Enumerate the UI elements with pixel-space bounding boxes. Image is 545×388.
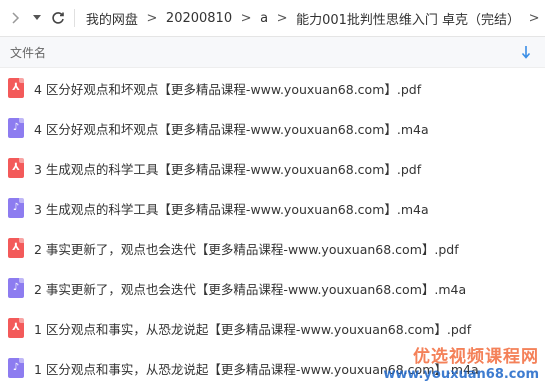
column-header-filename[interactable]: 文件名 xyxy=(10,44,46,61)
breadcrumb-item-current-folder[interactable]: 能力001批判性思维入门 卓克（完结） xyxy=(293,9,523,28)
breadcrumb: 我的网盘 > 20200810 > a > 能力001批判性思维入门 卓克（完结… xyxy=(83,9,545,28)
file-list-header: 文件名 xyxy=(0,37,545,68)
file-row[interactable]: ♪ 4 区分好观点和坏观点【更多精品课程-www.youxuan68.com】.… xyxy=(0,108,545,148)
pdf-file-icon: ⅄ xyxy=(8,318,24,338)
breadcrumb-item-a-folder[interactable]: a xyxy=(257,11,271,26)
audio-file-icon: ♪ xyxy=(8,278,24,298)
file-name[interactable]: 3 生成观点的科学工具【更多精品课程-www.youxuan68.com】.m4… xyxy=(34,199,429,218)
pdf-file-icon: ⅄ xyxy=(8,78,24,98)
watermark-url: www.youxuan68.com xyxy=(383,367,539,382)
audio-file-icon: ♪ xyxy=(8,358,24,378)
file-row[interactable]: ⅄ 4 区分好观点和坏观点【更多精品课程-www.youxuan68.com】.… xyxy=(0,68,545,108)
file-row[interactable]: ♪ 3 生成观点的科学工具【更多精品课程-www.youxuan68.com】.… xyxy=(0,188,545,228)
file-row[interactable]: ♪ 2 事实更新了，观点也会迭代【更多精品课程-www.youxuan68.co… xyxy=(0,268,545,308)
pdf-file-icon: ⅄ xyxy=(8,158,24,178)
watermark: 优选视频课程网 www.youxuan68.com xyxy=(359,342,539,382)
caret-down-icon xyxy=(32,15,41,20)
file-name[interactable]: 1 区分观点和事实，从恐龙说起【更多精品课程-www.youxuan68.com… xyxy=(34,319,471,338)
refresh-icon xyxy=(51,12,64,24)
breadcrumb-item-date-folder[interactable]: 20200810 xyxy=(163,11,235,26)
audio-file-icon: ♪ xyxy=(8,118,24,138)
file-name[interactable]: 2 事实更新了，观点也会迭代【更多精品课程-www.youxuan68.com】… xyxy=(34,279,466,298)
file-row[interactable]: ⅄ 2 事实更新了，观点也会迭代【更多精品课程-www.youxuan68.co… xyxy=(0,228,545,268)
breadcrumb-separator: > xyxy=(276,10,288,26)
breadcrumb-item-root[interactable]: 我的网盘 xyxy=(83,9,141,28)
history-dropdown-button[interactable] xyxy=(27,0,48,36)
toolbar: 我的网盘 > 20200810 > a > 能力001批判性思维入门 卓克（完结… xyxy=(0,0,545,37)
watermark-title: 优选视频课程网 xyxy=(413,347,539,367)
forward-button[interactable] xyxy=(6,0,27,36)
toolbar-divider xyxy=(73,9,75,27)
file-name[interactable]: 4 区分好观点和坏观点【更多精品课程-www.youxuan68.com】.pd… xyxy=(34,79,421,98)
breadcrumb-separator: > xyxy=(146,10,158,26)
pdf-file-icon: ⅄ xyxy=(8,238,24,258)
file-name[interactable]: 3 生成观点的科学工具【更多精品课程-www.youxuan68.com】.pd… xyxy=(34,159,421,178)
file-name[interactable]: 2 事实更新了，观点也会迭代【更多精品课程-www.youxuan68.com】… xyxy=(34,239,459,258)
file-row[interactable]: ⅄ 3 生成观点的科学工具【更多精品课程-www.youxuan68.com】.… xyxy=(0,148,545,188)
file-list: ⅄ 4 区分好观点和坏观点【更多精品课程-www.youxuan68.com】.… xyxy=(0,68,545,388)
breadcrumb-separator: > xyxy=(528,10,540,26)
refresh-button[interactable] xyxy=(47,0,68,36)
breadcrumb-separator: > xyxy=(240,10,252,26)
sort-arrow-down-icon[interactable] xyxy=(521,45,531,59)
file-name[interactable]: 4 区分好观点和坏观点【更多精品课程-www.youxuan68.com】.m4… xyxy=(34,119,429,138)
audio-file-icon: ♪ xyxy=(8,198,24,218)
chevron-right-icon xyxy=(12,12,20,24)
